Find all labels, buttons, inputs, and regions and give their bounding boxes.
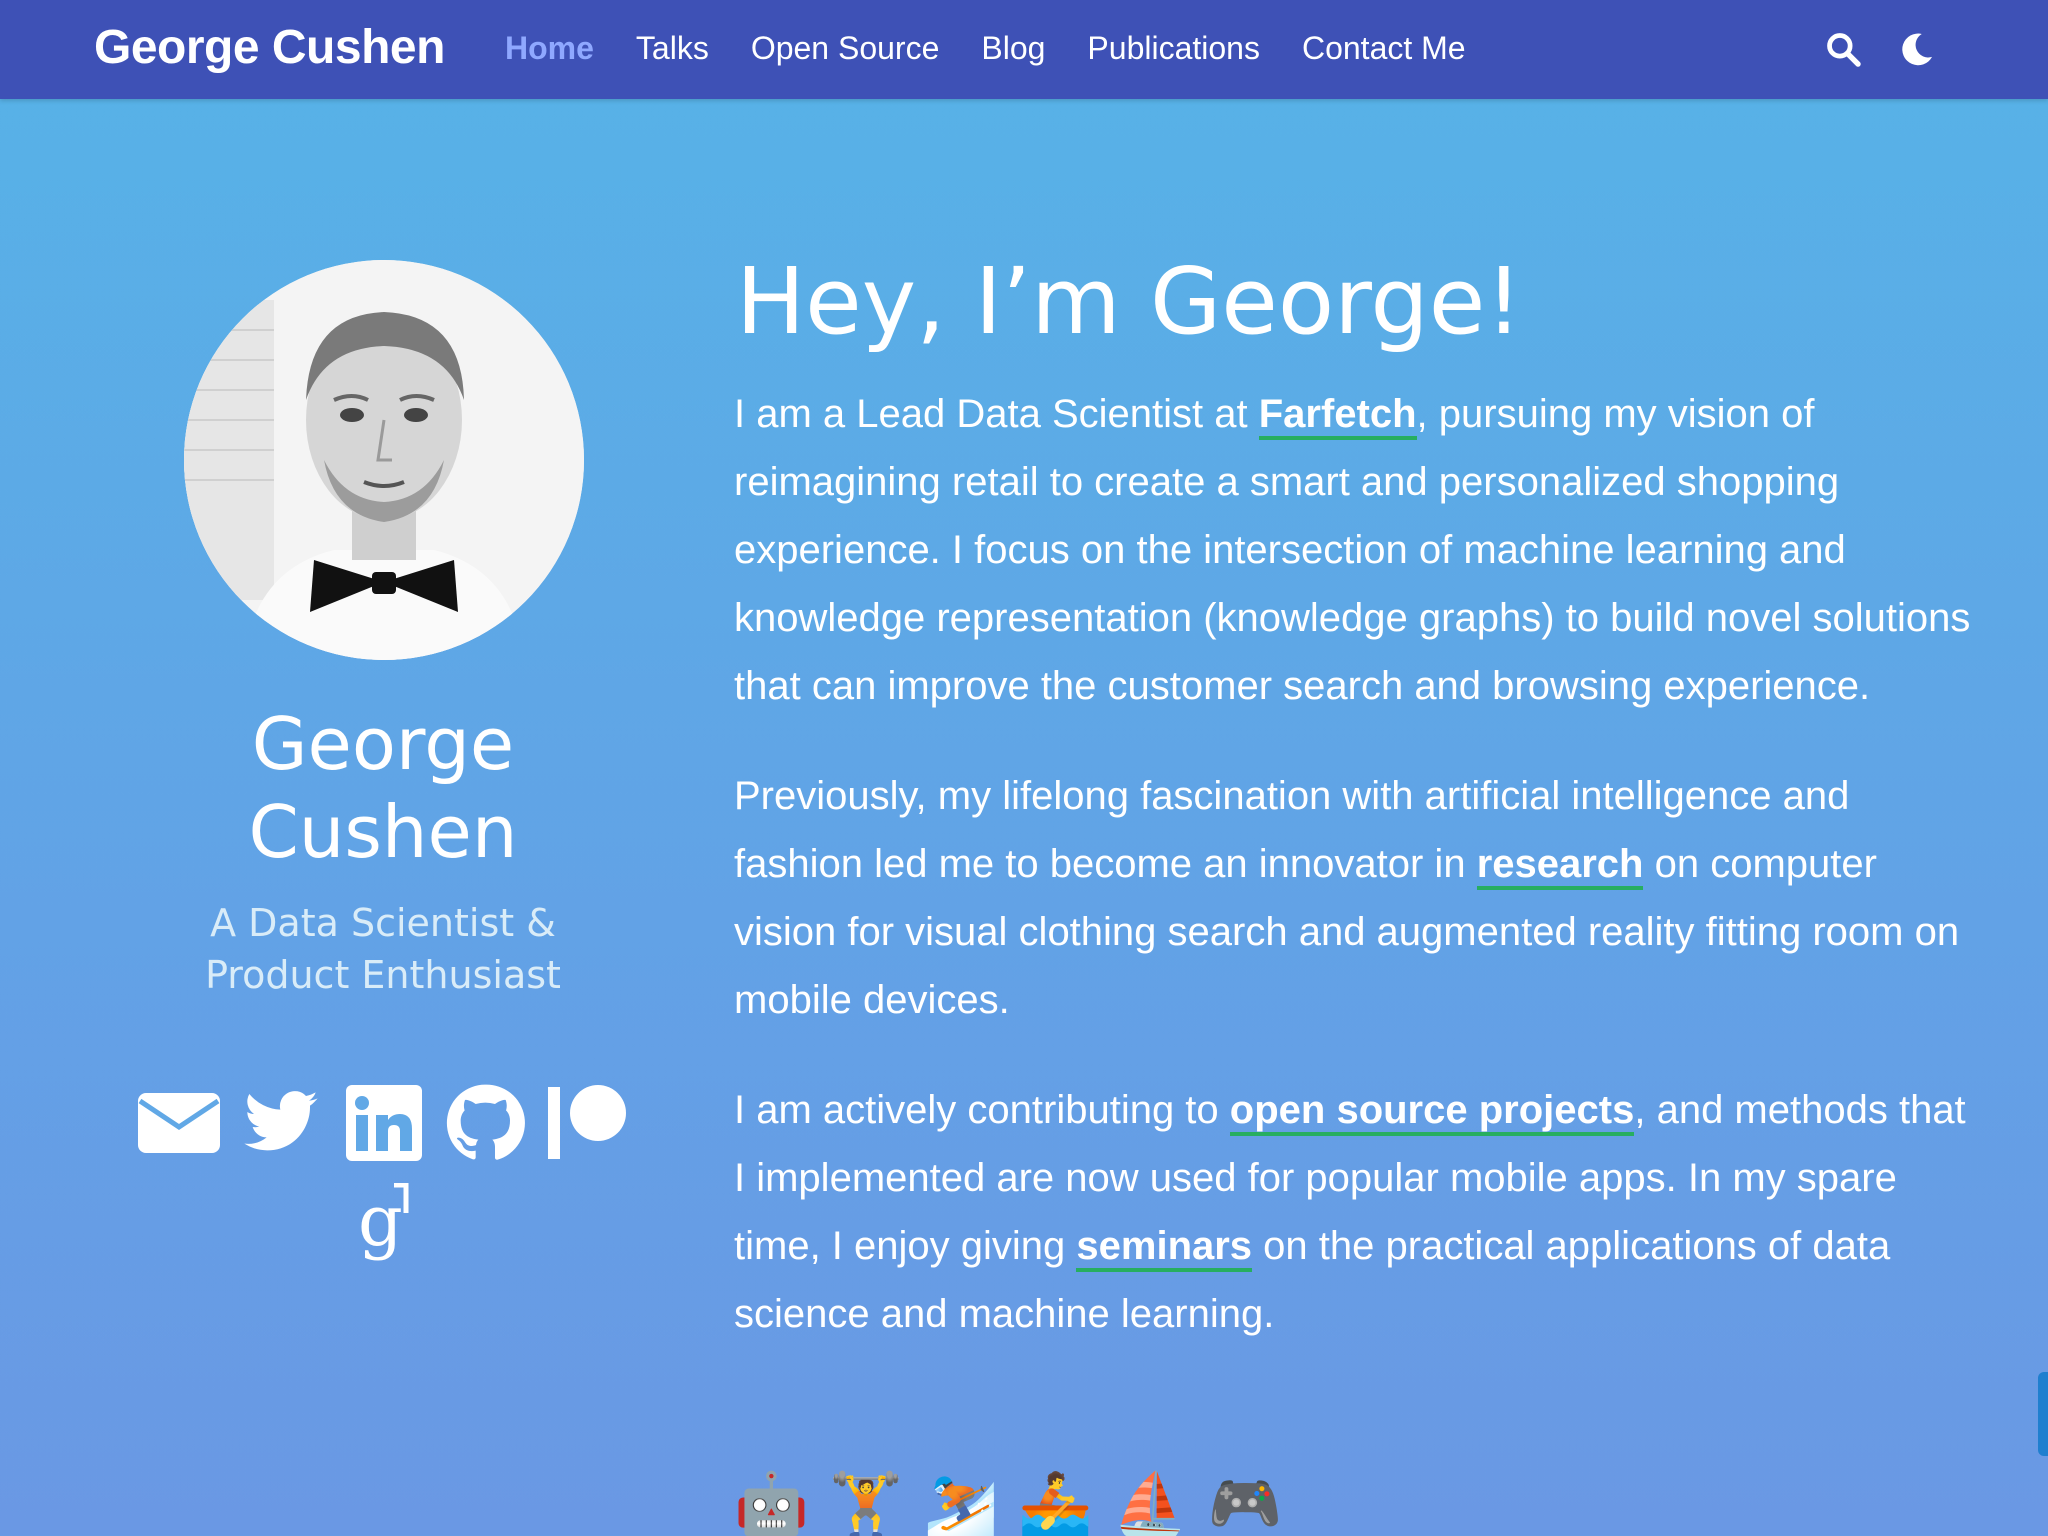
bio-paragraph-1: I am a Lead Data Scientist at Farfetch, … bbox=[734, 380, 1974, 720]
bio-paragraph-2: Previously, my lifelong fascination with… bbox=[734, 762, 1974, 1034]
moon-icon[interactable] bbox=[1898, 30, 1936, 68]
envelope-icon[interactable] bbox=[135, 1082, 223, 1164]
bio-p3-text-before: I am actively contributing to bbox=[734, 1088, 1230, 1132]
profile-last-name: Cushen bbox=[248, 790, 518, 874]
bio: I am a Lead Data Scientist at Farfetch, … bbox=[734, 380, 1974, 1390]
profile-role: A Data Scientist & Product Enthusiast bbox=[80, 897, 686, 1001]
brand-link[interactable]: George Cushen bbox=[94, 20, 445, 75]
nav-blog[interactable]: Blog bbox=[981, 30, 1045, 67]
profile-first-name: George bbox=[251, 702, 515, 786]
weightlifter-emoji: 🏋️ bbox=[828, 1469, 904, 1536]
profile-name: George Cushen bbox=[80, 700, 686, 876]
bio-paragraph-3: I am actively contributing to open sourc… bbox=[734, 1076, 1974, 1348]
nav-home[interactable]: Home bbox=[505, 30, 594, 67]
profile-role-line-2: Product Enthusiast bbox=[205, 953, 561, 997]
seminars-link[interactable]: seminars bbox=[1076, 1224, 1253, 1272]
search-icon[interactable] bbox=[1824, 30, 1862, 68]
hobby-emojis: 🤖 🏋️ ⛷️ 🚣 ⛵ 🎮 bbox=[734, 1472, 1282, 1536]
research-link[interactable]: research bbox=[1476, 842, 1644, 890]
linkedin-icon[interactable] bbox=[339, 1082, 427, 1164]
robot-emoji: 🤖 bbox=[734, 1469, 809, 1536]
avatar bbox=[184, 260, 584, 660]
profile-role-line-1: A Data Scientist & bbox=[210, 901, 556, 945]
twitter-icon[interactable] bbox=[237, 1082, 325, 1164]
scroll-to-top-tab[interactable] bbox=[2038, 1372, 2048, 1456]
nav-publications[interactable]: Publications bbox=[1087, 30, 1260, 67]
main-nav: Home Talks Open Source Blog Publications… bbox=[505, 30, 1466, 67]
social-links: g bbox=[120, 1082, 646, 1264]
nav-contact-me[interactable]: Contact Me bbox=[1302, 30, 1466, 67]
patreon-icon[interactable] bbox=[543, 1082, 631, 1164]
nav-open-source[interactable]: Open Source bbox=[751, 30, 940, 67]
navbar: George Cushen Home Talks Open Source Blo… bbox=[0, 0, 2048, 99]
farfetch-link[interactable]: Farfetch bbox=[1258, 392, 1417, 440]
game-controller-emoji: 🎮 bbox=[1207, 1469, 1283, 1536]
nav-talks[interactable]: Talks bbox=[636, 30, 709, 67]
skier-emoji: ⛷️ bbox=[923, 1469, 999, 1536]
page-heading: Hey, I’m George! bbox=[736, 248, 1523, 355]
bio-p1-text-before: I am a Lead Data Scientist at bbox=[734, 392, 1259, 436]
sailboat-emoji: ⛵ bbox=[1112, 1469, 1188, 1536]
google-scholar-icon[interactable]: g bbox=[339, 1182, 427, 1264]
svg-text:g: g bbox=[358, 1183, 403, 1262]
open-source-projects-link[interactable]: open source projects bbox=[1229, 1088, 1635, 1136]
github-icon[interactable] bbox=[441, 1082, 529, 1164]
rowboat-emoji: 🚣 bbox=[1018, 1469, 1093, 1536]
